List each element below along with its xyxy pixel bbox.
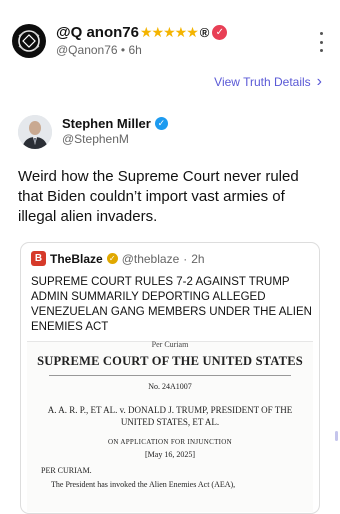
quoted-user-name-text: Stephen Miller (62, 116, 151, 131)
doc-body: The President has invoked the Alien Enem… (51, 480, 236, 489)
card-source-handle: @theblaze (121, 251, 180, 266)
doc-court-title: SUPREME COURT OF THE UNITED STATES (37, 354, 303, 368)
author-name-text: @Q anon76 (56, 24, 139, 41)
view-truth-details-link[interactable]: View Truth Details › (214, 73, 322, 91)
card-source-name: TheBlaze (50, 251, 103, 266)
author-handle[interactable]: @Qanon76 (56, 43, 118, 57)
post-text: Weird how the Supreme Court never ruled … (18, 168, 299, 225)
stars-icon: ★★★★★ (139, 24, 199, 40)
gold-verified-icon: ✓ (106, 253, 118, 264)
author-handle-line: @Qanon76 • 6h (56, 43, 142, 57)
view-truth-details-label: View Truth Details (214, 75, 311, 89)
doc-parties: A. A. R. P., ET AL. v. DONALD J. TRUMP, … (47, 405, 293, 427)
avatar-emblem-icon (18, 30, 40, 52)
card-time: 2h (191, 251, 205, 266)
quoted-user-handle: @StephenM (62, 132, 129, 146)
post-time: 6h (128, 43, 142, 57)
doc-date: [May 16, 2025] (145, 450, 195, 459)
meta-separator: • (120, 43, 126, 57)
post-header: @Q anon76 ★★★★★ ® ✓ @Qanon76 • 6h (12, 22, 330, 62)
card-header: B TheBlaze ✓ @theblaze · 2h (31, 251, 205, 266)
doc-application: ON APPLICATION FOR INJUNCTION (107, 438, 232, 446)
chevron-right-icon: › (316, 73, 322, 90)
doc-curiam: PER CURIAM. (41, 466, 92, 475)
verified-badge-icon: ✓ (154, 117, 168, 130)
avatar[interactable] (12, 24, 46, 58)
document-image: Per Curiam SUPREME COURT OF THE UNITED S… (27, 340, 313, 512)
doc-curiam-top: Per Curiam (151, 340, 189, 349)
doc-divider (49, 375, 291, 376)
blaze-logo-icon: B (31, 251, 46, 266)
author-name[interactable]: @Q anon76 ★★★★★ ® ✓ (56, 24, 228, 41)
card-headline: SUPREME COURT RULES 7-2 AGAINST TRUMP AD… (31, 276, 312, 333)
card-meta-separator: · (183, 251, 188, 266)
verified-badge-icon: ✓ (212, 25, 228, 40)
more-vertical-icon[interactable] (318, 32, 324, 52)
doc-number: No. 24A1007 (148, 382, 192, 391)
quoted-user-avatar[interactable] (18, 115, 52, 149)
quoted-user-name: Stephen Miller ✓ (62, 116, 168, 131)
scroll-indicator[interactable] (335, 431, 338, 441)
registered-mark: ® (199, 25, 210, 40)
quoted-card[interactable]: B TheBlaze ✓ @theblaze · 2h SUPREME COUR… (20, 242, 320, 514)
person-photo-icon (18, 115, 52, 149)
